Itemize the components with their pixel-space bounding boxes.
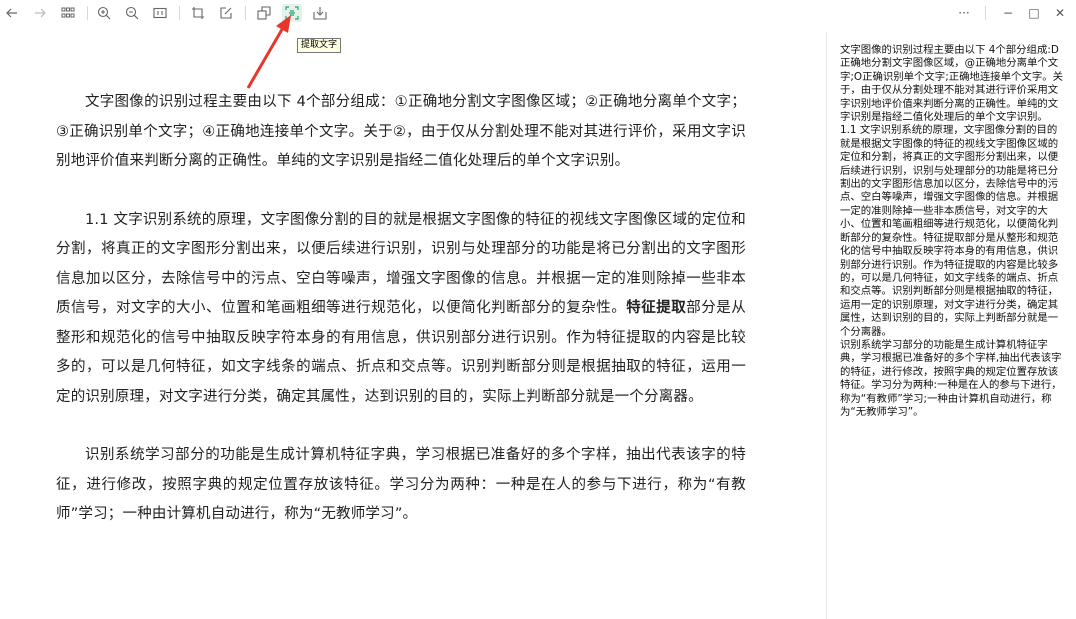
- fit-width-icon[interactable]: [150, 4, 170, 22]
- bold-text: 特征提取: [626, 300, 687, 316]
- back-arrow-icon[interactable]: [2, 4, 22, 22]
- extracted-paragraph: 1.1 文字识别系统的原理，文字图像分割的目的就是根据文字图像的特征的视线文字图…: [840, 124, 1059, 338]
- document-paragraph: 文字图像的识别过程主要由以下 4个部分组成：①正确地分割文字图像区域；②正确地分…: [56, 94, 746, 169]
- document-paragraph: 识别系统学习部分的功能是生成计算机特征字典，学习根据已准备好的多个字样，抽出代表…: [56, 447, 746, 522]
- close-button[interactable]: ✕: [1050, 4, 1070, 22]
- save-icon[interactable]: [310, 4, 330, 22]
- toolbar-divider: [985, 6, 986, 20]
- toolbar-divider: [179, 6, 180, 20]
- zoom-out-icon[interactable]: [122, 4, 142, 22]
- toolbar-divider: [87, 6, 88, 20]
- minimize-button[interactable]: −: [998, 4, 1018, 22]
- annotation-arrow-icon: [246, 15, 291, 89]
- extracted-paragraph: 识别系统学习部分的功能是生成计算机特征字典，学习根据已准备好的多个字样,抽出代表…: [840, 338, 1062, 418]
- extracted-text-panel[interactable]: 文字图像的识别过程主要由以下 4个部分组成:D正确地分割文字图像区域，@正确地分…: [840, 44, 1066, 419]
- toolbar: ··· − □ ✕: [0, 0, 1076, 28]
- grid-view-icon[interactable]: [58, 4, 78, 22]
- document-page: 文字图像的识别过程主要由以下 4个部分组成：①正确地分割文字图像区域；②正确地分…: [56, 88, 746, 559]
- more-options-button[interactable]: ···: [954, 4, 974, 22]
- edit-icon[interactable]: [216, 4, 236, 22]
- pane-divider[interactable]: [826, 32, 827, 619]
- extracted-paragraph: 文字图像的识别过程主要由以下 4个部分组成:D正确地分割文字图像区域，@正确地分…: [840, 44, 1063, 124]
- maximize-button[interactable]: □: [1024, 4, 1044, 22]
- tooltip: 提取文字: [297, 38, 342, 53]
- forward-arrow-icon[interactable]: [30, 4, 50, 22]
- zoom-in-icon[interactable]: [94, 4, 114, 22]
- crop-icon[interactable]: [188, 4, 208, 22]
- document-paragraph: 1.1 文字识别系统的原理，文字图像分割的目的就是根据文字图像的特征的视线文字图…: [56, 206, 746, 413]
